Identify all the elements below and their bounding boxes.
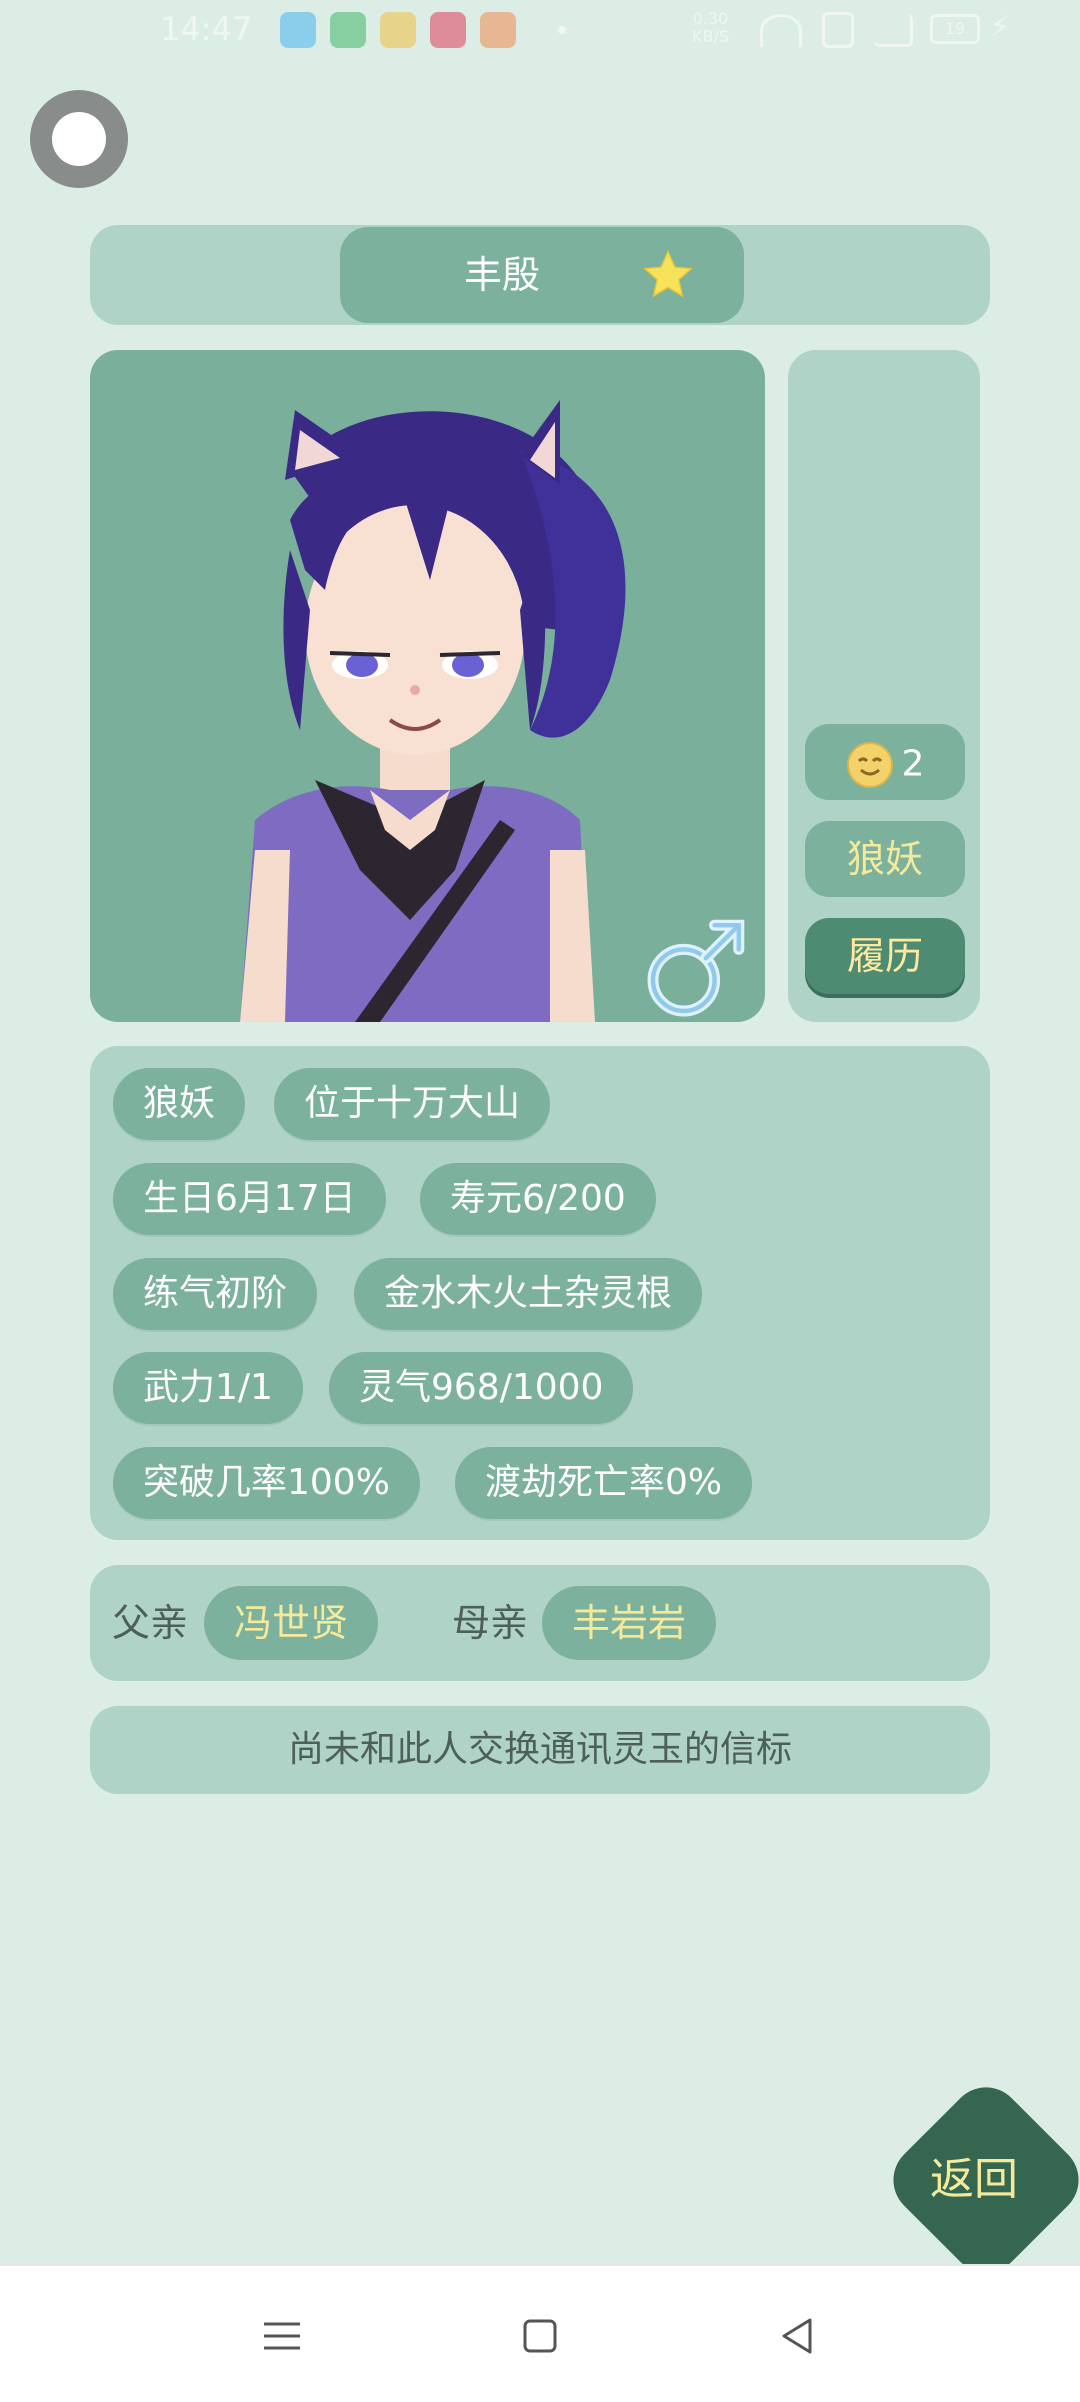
race-button[interactable]: 狼妖 <box>805 821 965 897</box>
home-icon[interactable] <box>510 2306 570 2366</box>
qi-tag: 灵气968/1000 <box>329 1352 634 1424</box>
menu-icon[interactable] <box>252 2306 312 2366</box>
battery-level: 19 <box>944 19 966 38</box>
mood-button[interactable]: 2 <box>805 724 965 800</box>
network-speed: 0.30 KB/S <box>692 10 729 46</box>
jade-message: 尚未和此人交换通讯灵玉的信标 <box>90 1706 990 1794</box>
notification-icons <box>280 12 516 48</box>
heart-app-icon <box>430 12 466 48</box>
navigation-bar <box>0 2264 1080 2402</box>
mood-value: 2 <box>901 743 925 785</box>
realm-tag: 练气初阶 <box>113 1258 318 1330</box>
game-app-icon <box>480 12 516 48</box>
system-icons <box>760 12 913 48</box>
back-button[interactable]: 返回 <box>878 2072 1080 2288</box>
signal-icon <box>874 13 913 47</box>
male-gender-icon <box>647 919 745 1017</box>
status-time: 14:47 <box>160 10 253 48</box>
network-speed-value: 0.30 <box>692 9 729 28</box>
notification-dot <box>558 26 566 34</box>
mother-label: 母亲 <box>452 1601 529 1645</box>
back-nav-icon[interactable] <box>768 2306 828 2366</box>
spirit-root-tag: 金水木火土杂灵根 <box>354 1258 703 1330</box>
floating-ring-button[interactable] <box>30 90 128 188</box>
hd-icon <box>822 12 854 48</box>
name-pill: 丰殷 <box>340 227 744 323</box>
weibo-icon <box>380 12 416 48</box>
back-button-label: 返回 <box>930 2154 1018 2205</box>
character-portrait <box>90 350 765 1022</box>
favorite-star-icon[interactable] <box>640 247 696 303</box>
wifi-icon <box>760 13 802 47</box>
smile-face-icon <box>846 741 893 788</box>
history-button[interactable]: 履历 <box>805 918 965 994</box>
race-tag: 狼妖 <box>113 1068 246 1140</box>
battery-icon: 19 <box>930 14 980 44</box>
force-tag: 武力1/1 <box>113 1352 303 1424</box>
wechat-app-icon <box>330 12 366 48</box>
ring-inner <box>52 112 106 166</box>
qq-icon <box>280 12 316 48</box>
network-speed-unit: KB/S <box>692 27 730 46</box>
charging-icon: ⚡ <box>990 10 1010 43</box>
parents-panel: 父亲 冯世贤 母亲 丰岩岩 <box>90 1565 990 1681</box>
father-label: 父亲 <box>112 1601 189 1645</box>
breakthrough-tag: 突破几率100% <box>113 1447 420 1519</box>
father-name-button[interactable]: 冯世贤 <box>204 1586 379 1660</box>
app-screen: 14:47 0.30 KB/S 19 ⚡ 丰殷 2 狼妖 履历 狼妖 位于十万大… <box>0 0 1080 2288</box>
birthday-tag: 生日6月17日 <box>113 1163 386 1235</box>
lifespan-tag: 寿元6/200 <box>420 1163 656 1235</box>
mother-name-button[interactable]: 丰岩岩 <box>542 1586 717 1660</box>
tribulation-tag: 渡劫死亡率0% <box>455 1447 753 1519</box>
location-tag: 位于十万大山 <box>274 1068 551 1140</box>
status-bar: 14:47 0.30 KB/S 19 ⚡ <box>0 0 1080 60</box>
